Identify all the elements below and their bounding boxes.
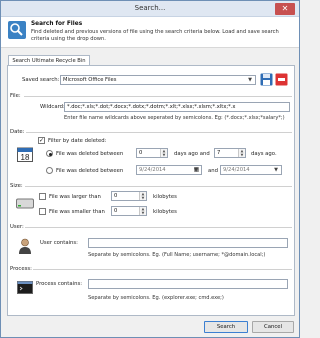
- date-from-value: 9/24/2014: [139, 167, 166, 173]
- days-to-input[interactable]: 7 ▲ ▼: [214, 148, 246, 158]
- svg-text:18: 18: [21, 153, 30, 162]
- header-title: Search for Files: [31, 21, 83, 27]
- title-bar: Search... ✕: [1, 1, 299, 17]
- cancel-button[interactable]: Cancel: [252, 321, 294, 333]
- process-divider: [33, 269, 292, 270]
- filter-by-date-checkbox[interactable]: ✓: [38, 137, 45, 144]
- larger-than-spinner[interactable]: ▲ ▼: [139, 192, 146, 200]
- saved-search-select[interactable]: Microsoft Office Files ▼: [60, 75, 256, 85]
- deleted-days-label: File was deleted between: [56, 151, 124, 157]
- date-divider: [26, 132, 292, 133]
- filter-by-date-label: Filter by date deleted:: [48, 138, 107, 144]
- search-magnifier-icon: [8, 21, 26, 39]
- days-to-spinner[interactable]: ▲ ▼: [238, 149, 245, 157]
- larger-unit-label: kilobytes: [153, 194, 177, 200]
- wildcard-input[interactable]: *.doc;*.xls;*.dot;*.docx;*.dotx;*.dotm;*…: [64, 102, 290, 112]
- chevron-down-icon: ▼: [248, 77, 252, 83]
- days-from-value: 0: [139, 150, 143, 156]
- hard-drive-icon: [16, 198, 34, 209]
- search-panel: Saved search: Microsoft Office Files ▼ F…: [7, 65, 295, 316]
- process-hint: Separate by semicolons. Eg. (explorer.ex…: [88, 295, 224, 301]
- process-contains-input[interactable]: [88, 279, 288, 289]
- days-from-spinner[interactable]: ▲ ▼: [160, 149, 167, 157]
- user-section-label: User:: [10, 224, 24, 230]
- user-contains-label: User contains:: [40, 240, 78, 246]
- deleted-days-radio[interactable]: [46, 150, 53, 157]
- size-section-label: Size:: [10, 183, 23, 189]
- search-button[interactable]: Search: [204, 321, 248, 333]
- process-section-label: Process:: [10, 266, 32, 272]
- larger-than-checkbox[interactable]: [39, 193, 46, 200]
- calendar-icon: 18: [17, 147, 33, 162]
- calendar-dropdown-icon[interactable]: ▦: [192, 165, 201, 175]
- saved-search-label: Saved search:: [22, 77, 60, 83]
- file-divider: [24, 96, 292, 97]
- deleted-dates-radio[interactable]: [46, 167, 53, 174]
- wildcard-hint: Enter file name wildcards above seperate…: [64, 115, 285, 121]
- date-to-value: 9/24/2014: [223, 167, 250, 173]
- larger-than-label: File was larger than: [49, 194, 101, 200]
- user-divider: [25, 227, 292, 228]
- header-description: Find deleted and previous versions of fi…: [31, 29, 279, 42]
- smaller-than-checkbox[interactable]: [39, 208, 46, 215]
- dialog-header: Search for Files Find deleted and previo…: [1, 17, 299, 48]
- date-to-picker[interactable]: 9/24/2014 ▼: [220, 165, 282, 175]
- delete-icon[interactable]: [275, 73, 288, 86]
- console-window-icon: [17, 281, 33, 294]
- saved-search-value: Microsoft Office Files: [63, 77, 117, 83]
- search-dialog: Search... ✕ Search for Files Find delete…: [0, 0, 300, 338]
- smaller-than-value: 0: [114, 208, 118, 214]
- save-disk-icon[interactable]: [260, 73, 273, 86]
- days-to-value: 7: [217, 150, 221, 156]
- size-divider: [25, 186, 292, 187]
- chevron-down-icon: ▼: [274, 167, 278, 173]
- file-section-label: File:: [10, 93, 21, 99]
- process-contains-label: Process contains:: [36, 281, 82, 287]
- days-and-label: days ago and: [174, 151, 210, 157]
- user-hint: Separate by semicolons. Eg. (Full Name; …: [88, 252, 266, 258]
- window-title: Search...: [134, 4, 166, 12]
- smaller-unit-label: kilobytes: [153, 209, 177, 215]
- date-section-label: Date:: [10, 129, 25, 135]
- user-contains-input[interactable]: [88, 238, 288, 248]
- dates-and-label: and: [208, 168, 218, 174]
- smaller-than-label: File was smaller than: [49, 209, 105, 215]
- close-button[interactable]: ✕: [275, 3, 295, 15]
- larger-than-input[interactable]: 0 ▲ ▼: [111, 191, 147, 201]
- deleted-dates-label: File was deleted between: [56, 168, 124, 174]
- smaller-than-spinner[interactable]: ▲ ▼: [139, 207, 146, 215]
- days-ago-label: days ago.: [251, 151, 277, 157]
- wildcard-label: Wildcard:: [40, 104, 65, 110]
- user-icon: [19, 238, 31, 254]
- days-from-input[interactable]: 0 ▲ ▼: [136, 148, 168, 158]
- smaller-than-input[interactable]: 0 ▲ ▼: [111, 206, 147, 216]
- larger-than-value: 0: [114, 193, 118, 199]
